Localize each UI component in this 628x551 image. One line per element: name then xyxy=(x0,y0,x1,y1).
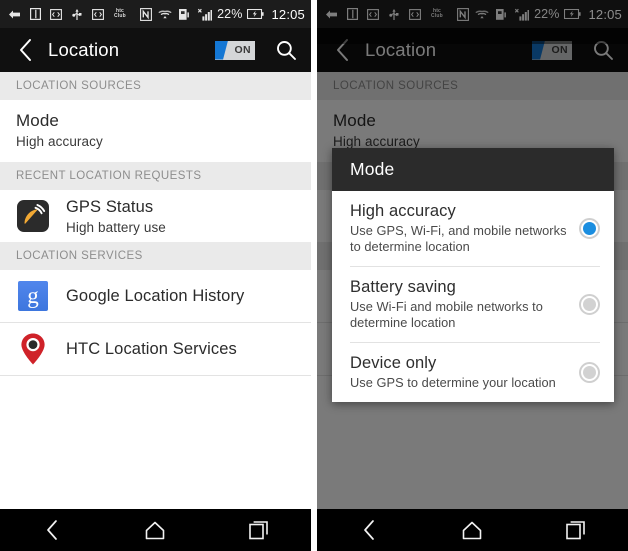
nfc-icon xyxy=(139,7,153,21)
notification-arrow-icon xyxy=(7,8,21,21)
radio-battery-saving[interactable] xyxy=(579,294,600,315)
battery-icon xyxy=(247,8,265,21)
list-divider xyxy=(0,375,311,376)
section-header-location-sources: LOCATION SOURCES xyxy=(0,72,311,100)
toggle-label: ON xyxy=(234,44,251,56)
status-bar-notification-icons: htc Club xyxy=(7,8,139,21)
htc-club-icon: htc Club xyxy=(112,8,128,20)
htc-location-services-row[interactable]: HTC Location Services xyxy=(0,323,311,375)
mode-option-device-only-text: Device only Use GPS to determine your lo… xyxy=(350,354,579,391)
mode-row[interactable]: Mode High accuracy xyxy=(0,100,311,162)
gps-status-title: GPS Status xyxy=(66,197,154,216)
htc-location-services-title: HTC Location Services xyxy=(66,339,237,358)
section-header-recent-requests: RECENT LOCATION REQUESTS xyxy=(0,162,311,190)
signal-bars-icon xyxy=(196,8,213,21)
status-bar-left: htc Club 22% 12:05 xyxy=(0,0,311,28)
nav-home-icon[interactable] xyxy=(449,513,495,547)
status-bar-system-icons: 22% 12:05 xyxy=(139,7,305,22)
page-title: Location xyxy=(48,39,120,60)
gps-status-row-text: GPS Status High battery use xyxy=(66,198,166,235)
htc-location-services-text: HTC Location Services xyxy=(66,340,237,359)
mode-row-title: Mode xyxy=(16,111,59,130)
mode-option-high-accuracy[interactable]: High accuracy Use GPS, Wi-Fi, and mobile… xyxy=(332,191,614,266)
screenshot-stage: htc Club 22% 12:05 Location ON LOCATION … xyxy=(0,0,628,551)
developer-options-icon xyxy=(91,8,105,21)
settings-list-left: LOCATION SOURCES Mode High accuracy RECE… xyxy=(0,72,311,509)
google-location-history-title: Google Location History xyxy=(66,286,245,305)
mode-option-device-only-name: Device only xyxy=(350,354,437,372)
phone-screen-right: htc Club 22% 12:05 Mode High accuracy Us… xyxy=(317,0,628,551)
google-g-letter: g xyxy=(18,281,48,311)
mode-dialog-title: Mode xyxy=(332,148,614,191)
clock-label: 12:05 xyxy=(271,6,305,22)
toggle-on-fill xyxy=(215,40,228,60)
mode-dialog: Mode High accuracy Use GPS, Wi-Fi, and m… xyxy=(332,148,614,402)
location-toggle-switch[interactable]: ON xyxy=(215,40,255,60)
google-g-icon: g xyxy=(16,279,50,313)
mode-option-device-only-desc: Use GPS to determine your location xyxy=(350,375,556,390)
map-pin-icon xyxy=(16,332,50,366)
back-chevron-icon[interactable] xyxy=(10,35,40,65)
gps-status-app-icon xyxy=(16,199,50,233)
debug-icon xyxy=(49,8,63,21)
sd-card-icon xyxy=(28,8,42,21)
radio-device-only[interactable] xyxy=(579,362,600,383)
mode-option-device-only[interactable]: Device only Use GPS to determine your lo… xyxy=(332,343,614,402)
data-saver-icon xyxy=(177,8,191,21)
mode-option-high-accuracy-desc: Use GPS, Wi-Fi, and mobile networks to d… xyxy=(350,223,567,254)
mode-option-high-accuracy-text: High accuracy Use GPS, Wi-Fi, and mobile… xyxy=(350,202,579,255)
gps-status-subtitle: High battery use xyxy=(66,219,166,235)
mode-option-battery-saving-text: Battery saving Use Wi-Fi and mobile netw… xyxy=(350,278,579,331)
nav-back-icon[interactable] xyxy=(29,513,75,547)
mode-option-high-accuracy-name: High accuracy xyxy=(350,202,456,220)
mode-option-battery-saving[interactable]: Battery saving Use Wi-Fi and mobile netw… xyxy=(332,267,614,342)
navigation-bar-right xyxy=(317,509,628,551)
wifi-icon xyxy=(158,8,172,21)
nav-home-icon[interactable] xyxy=(132,513,178,547)
phone-screen-left: htc Club 22% 12:05 Location ON LOCATION … xyxy=(0,0,311,551)
action-bar-left: Location ON xyxy=(0,28,311,72)
nav-recents-icon[interactable] xyxy=(236,513,282,547)
mode-option-battery-saving-desc: Use Wi-Fi and mobile networks to determi… xyxy=(350,299,543,330)
battery-percent-label: 22% xyxy=(217,7,243,21)
navigation-bar-left xyxy=(0,509,311,551)
gps-status-row[interactable]: GPS Status High battery use xyxy=(0,190,311,242)
htc-club-line2: Club xyxy=(114,13,126,19)
mode-option-battery-saving-name: Battery saving xyxy=(350,278,456,296)
nav-back-icon[interactable] xyxy=(346,513,392,547)
search-icon[interactable] xyxy=(273,37,299,63)
section-header-location-services: LOCATION SERVICES xyxy=(0,242,311,270)
usb-icon xyxy=(70,8,84,21)
mode-row-subtitle: High accuracy xyxy=(16,134,103,149)
google-location-history-text: Google Location History xyxy=(66,287,244,306)
radio-high-accuracy[interactable] xyxy=(579,218,600,239)
google-location-history-row[interactable]: g Google Location History xyxy=(0,270,311,322)
nav-recents-icon[interactable] xyxy=(553,513,599,547)
